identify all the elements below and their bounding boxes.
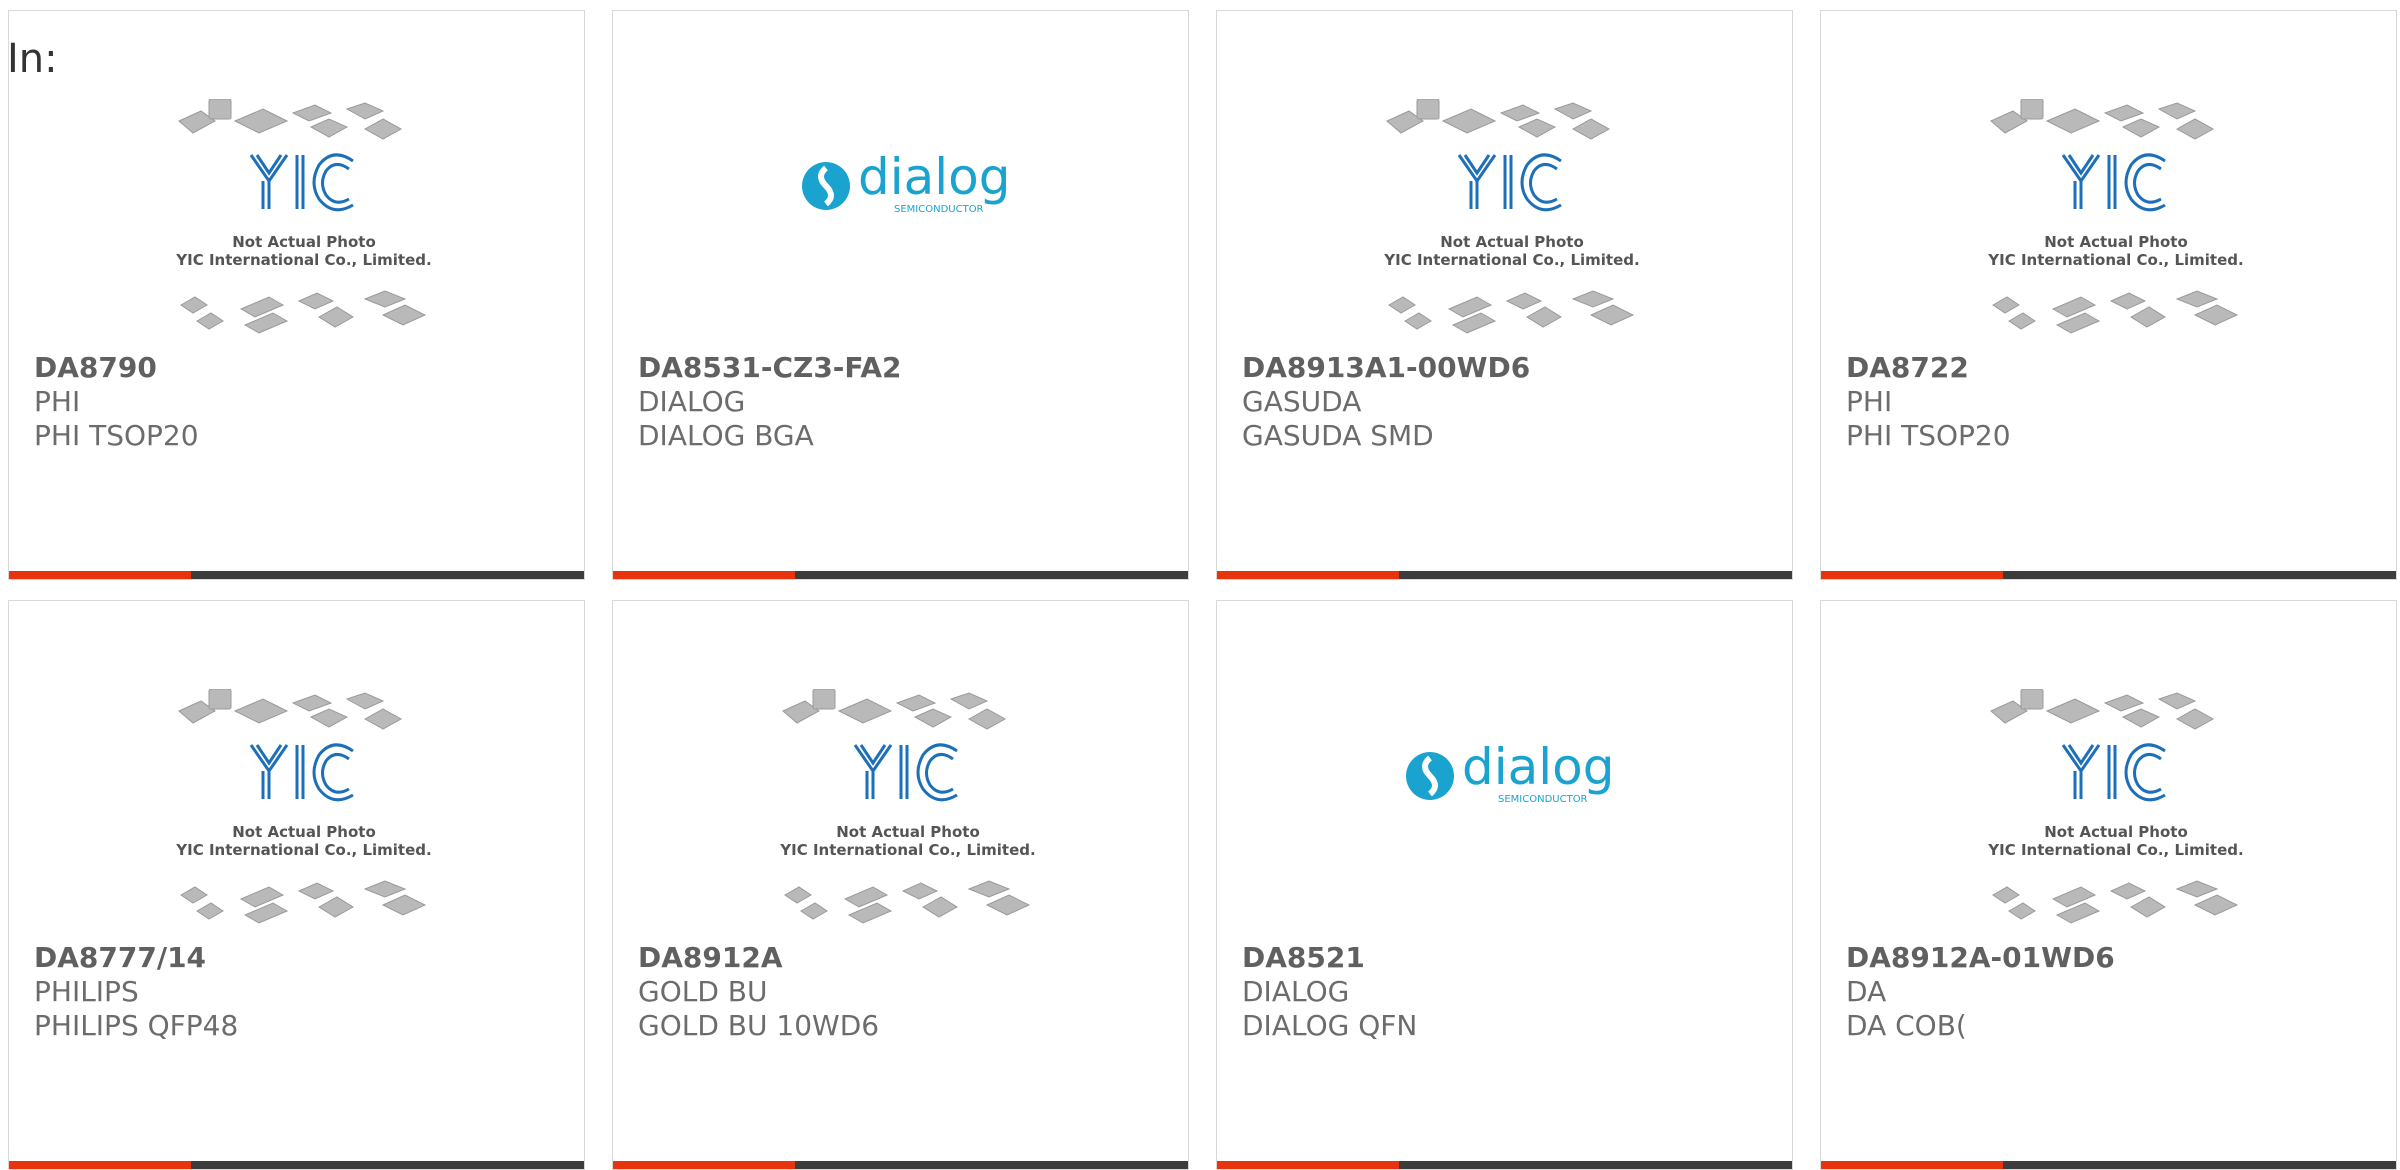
dialog-semiconductor-logo: dialog SEMICONDUCTOR — [1406, 738, 1612, 805]
product-card[interactable]: Not Actual Photo YIC International Co., … — [1820, 600, 2397, 1170]
product-name-link[interactable]: DA8913A1-00WD6 — [1242, 351, 1530, 384]
svg-text:SEMICONDUCTOR: SEMICONDUCTOR — [1498, 794, 1588, 805]
product-name-link[interactable]: DA8777/14 — [34, 941, 206, 974]
product-image-placeholder: Not Actual Photo YIC International Co., … — [175, 689, 432, 924]
product-package: GOLD BU 10WD6 — [638, 1009, 880, 1042]
product-image-placeholder: Not Actual Photo YIC International Co., … — [1987, 99, 2244, 334]
product-brand: GOLD BU — [638, 975, 768, 1008]
svg-text:Not Actual Photo: Not Actual Photo — [232, 233, 376, 251]
svg-text:Not Actual Photo: Not Actual Photo — [232, 823, 376, 841]
svg-text:YIC International Co., Limited: YIC International Co., Limited. — [1987, 251, 2243, 269]
svg-text:YIC International Co., Limited: YIC International Co., Limited. — [1383, 251, 1639, 269]
product-card[interactable]: Not Actual Photo YIC International Co., … — [8, 10, 585, 580]
product-card[interactable]: Not Actual Photo YIC International Co., … — [8, 600, 585, 1170]
product-brand: PHILIPS — [34, 975, 139, 1008]
card-accent-bar — [9, 1161, 191, 1169]
svg-text:YIC International Co., Limited: YIC International Co., Limited. — [779, 841, 1035, 859]
card-bottom-bar — [613, 571, 1188, 579]
card-bottom-bar — [9, 1161, 584, 1169]
product-image-placeholder: Not Actual Photo YIC International Co., … — [1383, 99, 1640, 334]
product-name-link[interactable]: DA8790 — [34, 351, 157, 384]
product-brand: DIALOG — [1242, 975, 1350, 1008]
product-card[interactable]: Not Actual Photo YIC International Co., … — [1820, 10, 2397, 580]
svg-text:dialog: dialog — [858, 148, 1008, 206]
product-name-link[interactable]: DA8521 — [1242, 941, 1365, 974]
product-package: PHI TSOP20 — [34, 419, 199, 452]
product-name-link[interactable]: DA8531-CZ3-FA2 — [638, 351, 901, 384]
card-bottom-bar — [1217, 571, 1792, 579]
dialog-semiconductor-logo: dialog SEMICONDUCTOR — [802, 148, 1008, 215]
product-package: DA COB( — [1846, 1009, 1967, 1042]
product-brand: PHI — [1846, 385, 1893, 418]
svg-text:Not Actual Photo: Not Actual Photo — [1440, 233, 1584, 251]
svg-text:YIC International Co., Limited: YIC International Co., Limited. — [1987, 841, 2243, 859]
card-accent-bar — [1821, 1161, 2003, 1169]
product-brand: PHI — [34, 385, 81, 418]
product-brand: DIALOG — [638, 385, 746, 418]
card-bottom-bar — [1217, 1161, 1792, 1169]
product-package: DIALOG BGA — [638, 419, 814, 452]
product-package: GASUDA SMD — [1242, 419, 1434, 452]
card-accent-bar — [1217, 1161, 1399, 1169]
product-image-placeholder: Not Actual Photo YIC International Co., … — [175, 99, 432, 334]
svg-text:Not Actual Photo: Not Actual Photo — [2044, 823, 2188, 841]
card-accent-bar — [1821, 571, 2003, 579]
product-brand: DA — [1846, 975, 1887, 1008]
product-brand: GASUDA — [1242, 385, 1362, 418]
product-card[interactable]: dialog SEMICONDUCTOR DA8531-CZ3-FA2 DIALO… — [612, 10, 1189, 580]
card-bottom-bar — [613, 1161, 1188, 1169]
product-package: PHI TSOP20 — [1846, 419, 2011, 452]
card-accent-bar — [9, 571, 191, 579]
in-label: In: — [7, 36, 58, 82]
svg-text:dialog: dialog — [1462, 738, 1612, 796]
product-card[interactable]: Not Actual Photo YIC International Co., … — [612, 600, 1189, 1170]
svg-text:Not Actual Photo: Not Actual Photo — [2044, 233, 2188, 251]
product-name-link[interactable]: DA8722 — [1846, 351, 1969, 384]
card-accent-bar — [613, 1161, 795, 1169]
product-card[interactable]: Not Actual Photo YIC International Co., … — [1216, 10, 1793, 580]
card-bottom-bar — [1821, 571, 2396, 579]
card-bottom-bar — [9, 571, 584, 579]
card-accent-bar — [613, 571, 795, 579]
svg-text:Not Actual Photo: Not Actual Photo — [836, 823, 980, 841]
product-package: DIALOG QFN — [1242, 1009, 1418, 1042]
product-package: PHILIPS QFP48 — [34, 1009, 239, 1042]
card-bottom-bar — [1821, 1161, 2396, 1169]
product-name-link[interactable]: DA8912A-01WD6 — [1846, 941, 2115, 974]
svg-text:YIC International Co., Limited: YIC International Co., Limited. — [175, 251, 431, 269]
product-image-placeholder: Not Actual Photo YIC International Co., … — [779, 689, 1036, 924]
product-name-link[interactable]: DA8912A — [638, 941, 783, 974]
card-accent-bar — [1217, 571, 1399, 579]
product-image-placeholder: Not Actual Photo YIC International Co., … — [1987, 689, 2244, 924]
product-card[interactable]: dialog SEMICONDUCTOR DA8521 DIALOG DIALOG … — [1216, 600, 1793, 1170]
svg-text:YIC International Co., Limited: YIC International Co., Limited. — [175, 841, 431, 859]
svg-text:SEMICONDUCTOR: SEMICONDUCTOR — [894, 204, 984, 215]
